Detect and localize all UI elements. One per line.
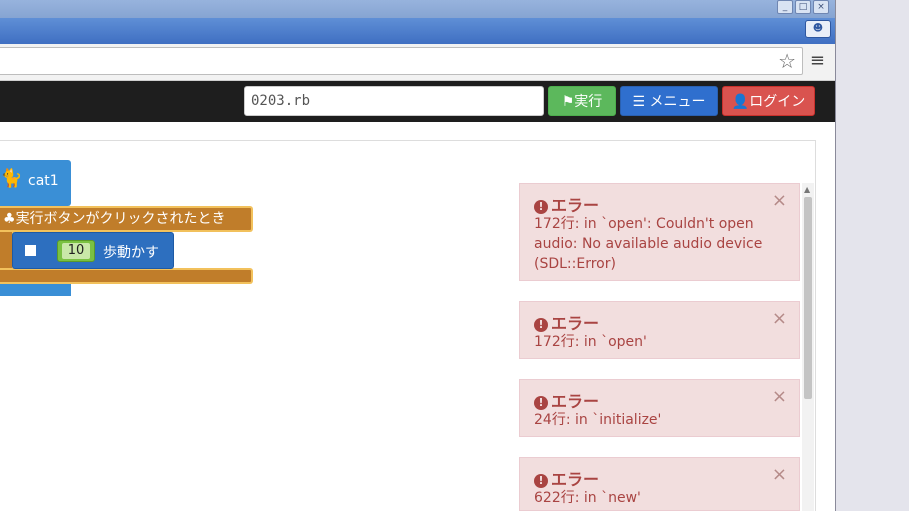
error-title: エラー bbox=[551, 196, 600, 215]
scroll-up-icon[interactable]: ▲ bbox=[804, 185, 810, 194]
hat-block-label: 実行ボタンがクリックされたとき bbox=[15, 211, 226, 227]
exclamation-icon: ! bbox=[534, 396, 548, 410]
error-title: エラー bbox=[551, 314, 600, 333]
close-icon[interactable]: × bbox=[772, 464, 787, 485]
error-alert: ! エラー × 172行: in `open' bbox=[519, 301, 800, 359]
browser-toolbar: ☆ ≡ bbox=[0, 44, 835, 81]
star-icon[interactable]: ☆ bbox=[778, 50, 796, 72]
close-icon[interactable]: × bbox=[772, 386, 787, 407]
login-label: ログイン bbox=[749, 94, 806, 110]
tab-bar: ☻ bbox=[0, 18, 835, 44]
menu-label: メニュー bbox=[649, 94, 706, 110]
user-icon[interactable]: ☻ bbox=[805, 20, 831, 38]
exclamation-icon: ! bbox=[534, 318, 548, 332]
list-icon: ☰ bbox=[632, 94, 650, 110]
filename-input[interactable]: 0203.rb bbox=[244, 86, 544, 116]
club-icon: ♣ bbox=[3, 211, 16, 227]
block-body-bottom bbox=[0, 268, 253, 284]
error-title: エラー bbox=[551, 470, 600, 489]
login-button[interactable]: 👤ログイン bbox=[722, 86, 815, 116]
cat-icon: 🐈 bbox=[0, 168, 23, 189]
sprite-name: cat1 bbox=[28, 173, 59, 189]
move-label: 歩動かす bbox=[103, 245, 159, 261]
error-title: エラー bbox=[551, 392, 600, 411]
maximize-button[interactable]: □ bbox=[795, 0, 811, 14]
menu-icon[interactable]: ≡ bbox=[810, 50, 825, 72]
exclamation-icon: ! bbox=[534, 474, 548, 488]
menu-button[interactable]: ☰ メニュー bbox=[620, 86, 718, 116]
error-alert: ! エラー × 24行: in `initialize' bbox=[519, 379, 800, 437]
scroll-thumb[interactable] bbox=[804, 197, 812, 399]
error-message: 172行: in `open' bbox=[534, 334, 647, 350]
when-run-clicked-block[interactable]: ♣実行ボタンがクリックされたとき bbox=[0, 206, 253, 232]
error-message: 172行: in `open': Couldn't open audio: No… bbox=[534, 216, 763, 272]
flag-icon: ⚑ bbox=[561, 94, 575, 110]
error-message: 622行: in `new' bbox=[534, 490, 641, 506]
steps-value[interactable]: 10 bbox=[62, 243, 90, 259]
title-bar: _ □ × bbox=[0, 0, 835, 18]
close-icon[interactable]: × bbox=[772, 308, 787, 329]
steps-value-slot[interactable]: 10 bbox=[57, 240, 95, 262]
error-scrollbar[interactable]: ▲ bbox=[802, 183, 814, 511]
move-steps-block[interactable]: 10 歩動かす bbox=[12, 232, 174, 269]
run-button[interactable]: ⚑実行 bbox=[548, 86, 616, 116]
run-label: 実行 bbox=[574, 94, 603, 110]
user-icon: 👤 bbox=[731, 94, 750, 110]
address-bar[interactable]: ☆ bbox=[0, 47, 803, 75]
workspace-border bbox=[815, 140, 816, 511]
error-alert: ! エラー × 172行: in `open': Couldn't open au… bbox=[519, 183, 800, 281]
minimize-button[interactable]: _ bbox=[777, 0, 793, 14]
exclamation-icon: ! bbox=[534, 200, 548, 214]
close-window-button[interactable]: × bbox=[813, 0, 829, 14]
browser-window: _ □ × ☻ ☆ ≡ 0203.rb ⚑実行 ☰ メニュー 👤ログイン 🐈 c… bbox=[0, 0, 836, 511]
error-message: 24行: in `initialize' bbox=[534, 412, 662, 428]
close-icon[interactable]: × bbox=[772, 190, 787, 211]
block-square-icon bbox=[25, 245, 36, 256]
error-alert: ! エラー × 622行: in `new' bbox=[519, 457, 800, 511]
